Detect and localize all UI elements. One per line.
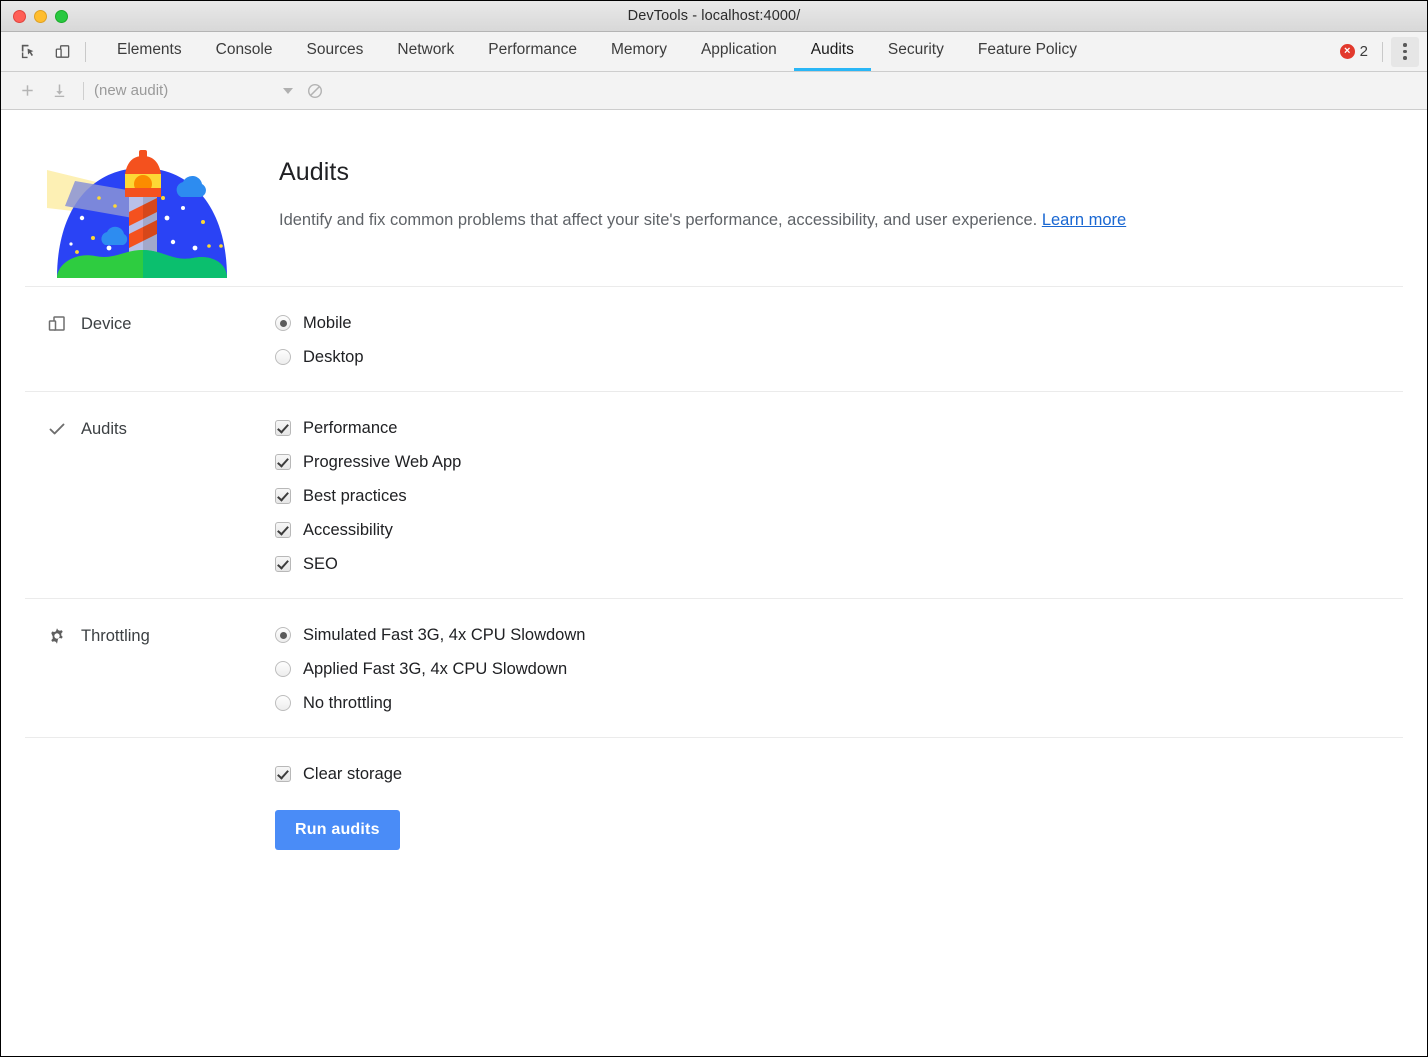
device-toolbar-icon[interactable] — [47, 38, 77, 66]
device-options: Mobile Desktop — [275, 313, 1403, 367]
audit-option-best-practices-label: Best practices — [303, 487, 407, 505]
audit-option-accessibility[interactable]: Accessibility — [275, 520, 1403, 540]
checkbox-clear-storage[interactable] — [275, 766, 291, 782]
throttling-label-text: Throttling — [81, 627, 150, 645]
tabbar-right-divider — [1382, 41, 1383, 62]
audits-section: Audits Performance Progressive Web App B… — [1, 392, 1427, 598]
audits-section-label: Audits — [25, 418, 275, 574]
throttling-section-label: Throttling — [25, 625, 275, 713]
devtools-window: DevTools - localhost:4000/ Elements Cons… — [0, 0, 1428, 1057]
audit-option-performance-label: Performance — [303, 419, 398, 437]
maximize-window-button[interactable] — [55, 9, 68, 23]
error-count-label: 2 — [1359, 43, 1368, 60]
tab-sources[interactable]: Sources — [290, 32, 381, 71]
hero-text-block: Audits Identify and fix common problems … — [257, 146, 1126, 286]
audit-option-seo[interactable]: SEO — [275, 554, 1403, 574]
throttling-option-applied-label: Applied Fast 3G, 4x CPU Slowdown — [303, 660, 568, 678]
tab-network[interactable]: Network — [380, 32, 471, 71]
footer-controls: Clear storage Run audits — [275, 764, 402, 850]
checkbox-seo[interactable] — [275, 556, 291, 572]
subtoolbar-divider — [83, 81, 84, 100]
throttling-section: Throttling Simulated Fast 3G, 4x CPU Slo… — [1, 599, 1427, 737]
plus-icon[interactable] — [11, 78, 43, 104]
audit-option-performance[interactable]: Performance — [275, 418, 1403, 438]
tab-security[interactable]: Security — [871, 32, 961, 71]
audit-option-pwa[interactable]: Progressive Web App — [275, 452, 1403, 472]
device-section: Device Mobile Desktop — [1, 287, 1427, 391]
device-option-mobile[interactable]: Mobile — [275, 313, 1403, 333]
audit-select-value: (new audit) — [94, 82, 169, 99]
tab-list: Elements Console Sources Network Perform… — [100, 32, 1334, 71]
checkbox-progressive-web-app[interactable] — [275, 454, 291, 470]
lighthouse-illustration — [25, 146, 257, 286]
traffic-light-group — [13, 9, 68, 23]
device-option-mobile-label: Mobile — [303, 314, 352, 332]
throttling-option-none[interactable]: No throttling — [275, 693, 1403, 713]
audit-select-dropdown[interactable]: (new audit) — [94, 78, 299, 104]
tab-audits[interactable]: Audits — [793, 32, 871, 71]
kebab-menu-icon[interactable] — [1391, 36, 1419, 67]
run-audits-button[interactable]: Run audits — [275, 810, 400, 850]
radio-no-throttling[interactable] — [275, 695, 291, 711]
audit-option-best-practices[interactable]: Best practices — [275, 486, 1403, 506]
audit-option-pwa-label: Progressive Web App — [303, 453, 462, 471]
tab-feature-policy[interactable]: Feature Policy — [961, 32, 1094, 71]
chevron-down-icon — [283, 87, 293, 94]
inspect-element-icon[interactable] — [13, 38, 43, 66]
audits-hero: Audits Identify and fix common problems … — [1, 110, 1427, 286]
checkbox-accessibility[interactable] — [275, 522, 291, 538]
audit-option-seo-label: SEO — [303, 555, 338, 573]
device-screens-icon — [47, 313, 73, 334]
no-entry-clear-icon[interactable] — [299, 78, 331, 104]
page-description: Identify and fix common problems that af… — [279, 209, 1126, 231]
window-title: DevTools - localhost:4000/ — [627, 8, 801, 24]
close-window-button[interactable] — [13, 9, 26, 23]
throttling-option-none-label: No throttling — [303, 694, 392, 712]
audits-subtoolbar: (new audit) — [1, 72, 1427, 110]
radio-mobile[interactable] — [275, 315, 291, 331]
tab-memory[interactable]: Memory — [594, 32, 684, 71]
error-circle-icon: × — [1339, 44, 1355, 59]
radio-applied-fast-3g[interactable] — [275, 661, 291, 677]
tabbar-left-icons — [1, 32, 100, 71]
tab-performance[interactable]: Performance — [471, 32, 594, 71]
audits-footer: Clear storage Run audits — [1, 738, 1427, 874]
clear-storage-option[interactable]: Clear storage — [275, 764, 402, 784]
audits-panel-content: Audits Identify and fix common problems … — [1, 110, 1427, 1056]
radio-desktop[interactable] — [275, 349, 291, 365]
device-section-label: Device — [25, 313, 275, 367]
tab-elements[interactable]: Elements — [100, 32, 199, 71]
description-text: Identify and fix common problems that af… — [279, 211, 1042, 229]
checkbox-best-practices[interactable] — [275, 488, 291, 504]
checkbox-performance[interactable] — [275, 420, 291, 436]
checkmark-icon — [47, 418, 73, 439]
tabbar-divider — [85, 41, 86, 62]
audits-options: Performance Progressive Web App Best pra… — [275, 418, 1403, 574]
audit-option-accessibility-label: Accessibility — [303, 521, 393, 539]
throttling-options: Simulated Fast 3G, 4x CPU Slowdown Appli… — [275, 625, 1403, 713]
throttling-option-simulated-label: Simulated Fast 3G, 4x CPU Slowdown — [303, 626, 586, 644]
audits-label-text: Audits — [81, 420, 127, 438]
device-option-desktop-label: Desktop — [303, 348, 364, 366]
page-title: Audits — [279, 158, 350, 186]
clear-storage-label: Clear storage — [303, 765, 403, 783]
throttling-option-applied[interactable]: Applied Fast 3G, 4x CPU Slowdown — [275, 659, 1403, 679]
gear-icon — [47, 625, 73, 646]
device-option-desktop[interactable]: Desktop — [275, 347, 1403, 367]
minimize-window-button[interactable] — [34, 9, 47, 23]
error-count-badge[interactable]: × 2 — [1334, 43, 1374, 60]
device-label-text: Device — [81, 315, 132, 333]
download-icon[interactable] — [43, 78, 75, 104]
tab-console[interactable]: Console — [199, 32, 290, 71]
devtools-tabbar: Elements Console Sources Network Perform… — [1, 32, 1427, 72]
window-titlebar: DevTools - localhost:4000/ — [1, 1, 1427, 32]
tab-application[interactable]: Application — [684, 32, 794, 71]
learn-more-link[interactable]: Learn more — [1042, 211, 1126, 229]
tabbar-right-controls: × 2 — [1334, 32, 1427, 71]
throttling-option-simulated[interactable]: Simulated Fast 3G, 4x CPU Slowdown — [275, 625, 1403, 645]
radio-simulated-fast-3g[interactable] — [275, 627, 291, 643]
